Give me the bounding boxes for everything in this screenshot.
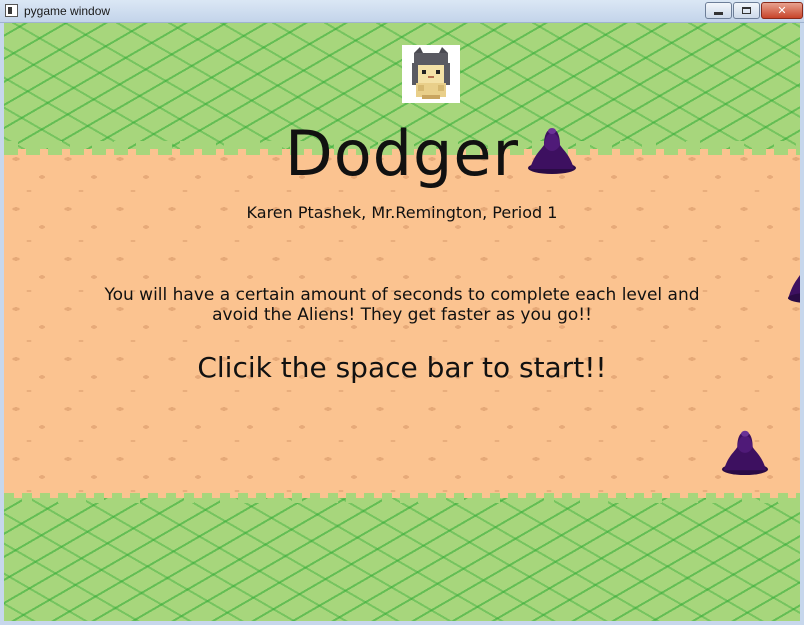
grass-edge-bottom bbox=[4, 493, 800, 503]
start-prompt: Clicik the space bar to start!! bbox=[197, 351, 607, 384]
app-icon bbox=[5, 4, 18, 17]
maximize-icon bbox=[742, 7, 751, 14]
maximize-button[interactable] bbox=[733, 2, 760, 19]
window-title: pygame window bbox=[24, 4, 111, 18]
minimize-icon bbox=[714, 12, 723, 15]
close-icon: ✕ bbox=[777, 4, 787, 17]
alien-enemy bbox=[784, 261, 800, 303]
sand-path bbox=[4, 149, 800, 501]
credits-text: Karen Ptashek, Mr.Remington, Period 1 bbox=[246, 203, 558, 222]
window-titlebar[interactable]: pygame window ✕ bbox=[0, 0, 804, 23]
game-title: Dodger bbox=[284, 117, 520, 190]
grass-bottom bbox=[4, 498, 800, 621]
alien-enemy bbox=[720, 425, 770, 477]
game-canvas[interactable]: Dodger Karen Ptashek, Mr.Remington, Peri… bbox=[4, 23, 800, 621]
minimize-button[interactable] bbox=[705, 2, 732, 19]
alien-enemy bbox=[526, 123, 578, 175]
instructions-line-2: avoid the Aliens! They get faster as you… bbox=[212, 305, 592, 325]
close-button[interactable]: ✕ bbox=[761, 2, 803, 19]
player-sprite bbox=[402, 45, 460, 103]
instructions-line-1: You will have a certain amount of second… bbox=[104, 285, 700, 305]
